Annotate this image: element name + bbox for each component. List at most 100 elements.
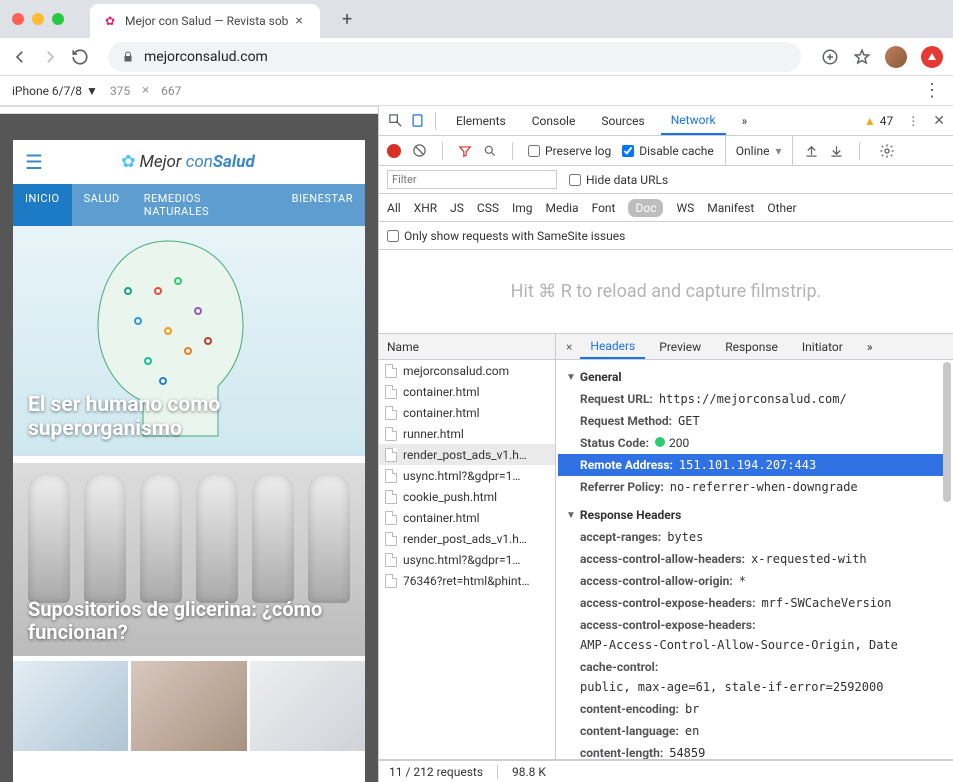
warnings-badge[interactable]: ▲ 47	[864, 114, 893, 128]
viewport-height[interactable]: 667	[161, 84, 181, 98]
maximize-window-button[interactable]	[52, 13, 64, 25]
site-tab-bienestar[interactable]: BIENESTAR	[280, 184, 365, 226]
flower-icon: ✿	[121, 152, 135, 172]
site-tab-inicio[interactable]: INICIO	[13, 184, 72, 226]
article-card-2[interactable]: Supositorios de glicerina: ¿cómo funcion…	[13, 456, 365, 656]
address-bar[interactable]: mejorconsalud.com	[108, 42, 801, 72]
type-filter-js[interactable]: JS	[450, 201, 464, 215]
back-button[interactable]	[10, 47, 30, 67]
browser-tab[interactable]: ✿ Mejor con Salud — Revista sob ×	[90, 4, 320, 38]
network-type-filters: All XHR JS CSS Img Media Font Doc WS Manifest Othe…	[379, 194, 953, 222]
extension-badge[interactable]	[921, 46, 943, 68]
bookmark-star-icon[interactable]	[853, 48, 871, 66]
brand-logo[interactable]: ✿ Mejor conSalud	[121, 152, 255, 172]
type-filter-all[interactable]: All	[387, 201, 401, 215]
request-row[interactable]: cookie_push.html	[379, 486, 555, 507]
devtools-close-icon[interactable]: ✕	[933, 113, 945, 129]
type-filter-css[interactable]: CSS	[477, 201, 499, 215]
search-icon[interactable]	[483, 144, 497, 158]
forward-button[interactable]	[40, 47, 60, 67]
preserve-log-checkbox[interactable]: Preserve log	[528, 144, 611, 158]
type-filter-xhr[interactable]: XHR	[414, 201, 437, 215]
close-tab-icon[interactable]: ×	[295, 13, 302, 29]
upload-har-icon[interactable]	[804, 143, 819, 158]
filter-input[interactable]	[387, 170, 557, 189]
settings-gear-icon[interactable]	[879, 143, 895, 159]
clear-button[interactable]	[412, 143, 427, 158]
filter-icon[interactable]	[458, 144, 472, 158]
thumbnail-3[interactable]	[250, 661, 365, 751]
hamburger-icon[interactable]: ☰	[25, 150, 43, 174]
kv-remote-address: Remote Address:151.101.194.207:443	[558, 454, 951, 476]
new-tab-button[interactable]: +	[342, 9, 352, 30]
device-preview-pane: ☰ ✿ Mejor conSalud INICIO SALUD REMEDIOS…	[0, 106, 378, 782]
hide-data-urls-checkbox[interactable]: Hide data URLs	[569, 173, 668, 187]
hero-article[interactable]: El ser humano como superorganismo	[13, 226, 365, 456]
request-row[interactable]: render_post_ads_v1.h…	[379, 444, 555, 465]
type-filter-media[interactable]: Media	[546, 201, 579, 215]
tab-console[interactable]: Console	[522, 106, 586, 135]
request-row[interactable]: usync.html?&gdpr=1…	[379, 465, 555, 486]
type-filter-ws[interactable]: WS	[676, 201, 694, 215]
request-row[interactable]: usync.html?&gdpr=1…	[379, 549, 555, 570]
thumbnail-1[interactable]	[13, 661, 128, 751]
throttling-selector[interactable]: Online ▾	[725, 136, 793, 165]
site-tab-remedios[interactable]: REMEDIOS NATURALES	[132, 184, 280, 226]
close-window-button[interactable]	[12, 13, 24, 25]
download-har-icon[interactable]	[829, 143, 844, 158]
install-icon[interactable]	[821, 48, 839, 66]
device-toggle-icon[interactable]	[409, 113, 425, 129]
device-selector[interactable]: iPhone 6/7/8 ▼	[12, 84, 98, 98]
name-column-header[interactable]: Name	[379, 334, 555, 360]
chevron-down-icon: ▾	[776, 144, 782, 158]
emulated-page[interactable]: ☰ ✿ Mejor conSalud INICIO SALUD REMEDIOS…	[13, 140, 365, 782]
samesite-checkbox[interactable]: Only show requests with SameSite issues	[387, 229, 625, 243]
site-header: ☰ ✿ Mejor conSalud	[13, 140, 365, 184]
profile-avatar[interactable]	[885, 46, 907, 68]
close-detail-icon[interactable]: ×	[562, 340, 576, 354]
type-filter-manifest[interactable]: Manifest	[707, 201, 754, 215]
request-row[interactable]: runner.html	[379, 423, 555, 444]
file-icon	[385, 469, 397, 483]
detail-tab-headers[interactable]: Headers	[580, 334, 645, 359]
request-row[interactable]: container.html	[379, 402, 555, 423]
reload-button[interactable]	[70, 47, 90, 67]
file-icon	[385, 490, 397, 504]
detail-tab-more[interactable]: »	[857, 334, 883, 359]
tab-more[interactable]: »	[732, 106, 758, 135]
request-row[interactable]: mejorconsalud.com	[379, 360, 555, 381]
site-tab-salud[interactable]: SALUD	[72, 184, 132, 226]
tab-title: Mejor con Salud — Revista sob	[125, 14, 288, 28]
thumbnail-2[interactable]	[131, 661, 246, 751]
disable-cache-checkbox[interactable]: Disable cache	[622, 144, 714, 158]
request-row[interactable]: 76346?ret=html&phint…	[379, 570, 555, 591]
type-filter-img[interactable]: Img	[512, 201, 533, 215]
request-row[interactable]: render_post_ads_v1.h…	[379, 528, 555, 549]
request-row[interactable]: container.html	[379, 381, 555, 402]
record-button[interactable]	[387, 144, 401, 158]
devtools-menu[interactable]: ⋮	[907, 114, 919, 128]
devtools-tabs: Elements Console Sources Network » ▲ 47 …	[379, 106, 953, 136]
type-filter-font[interactable]: Font	[592, 201, 616, 215]
type-filter-doc[interactable]: Doc	[628, 199, 663, 217]
scrollbar[interactable]	[943, 362, 951, 502]
request-row[interactable]: container.html	[379, 507, 555, 528]
kv-request-url: Request URL:https://mejorconsalud.com/	[558, 388, 951, 410]
type-filter-other[interactable]: Other	[767, 201, 796, 215]
status-transferred: 98.8 K	[512, 765, 546, 779]
detail-tab-initiator[interactable]: Initiator	[792, 334, 853, 359]
tab-network[interactable]: Network	[661, 106, 726, 135]
detail-tab-preview[interactable]: Preview	[649, 334, 711, 359]
response-headers-section-header[interactable]: ▼Response Headers	[558, 504, 951, 526]
minimize-window-button[interactable]	[32, 13, 44, 25]
tab-elements[interactable]: Elements	[446, 106, 516, 135]
kv-response-header: accept-ranges:bytes	[558, 526, 951, 548]
detail-tab-response[interactable]: Response	[715, 334, 788, 359]
warning-icon: ▲	[864, 114, 876, 128]
inspect-icon[interactable]	[387, 113, 403, 129]
viewport-width[interactable]: 375	[110, 84, 130, 98]
tab-sources[interactable]: Sources	[591, 106, 654, 135]
device-bar-menu[interactable]: ⋮	[923, 80, 941, 101]
favicon-icon: ✿	[102, 13, 118, 29]
general-section-header[interactable]: ▼General	[558, 366, 951, 388]
